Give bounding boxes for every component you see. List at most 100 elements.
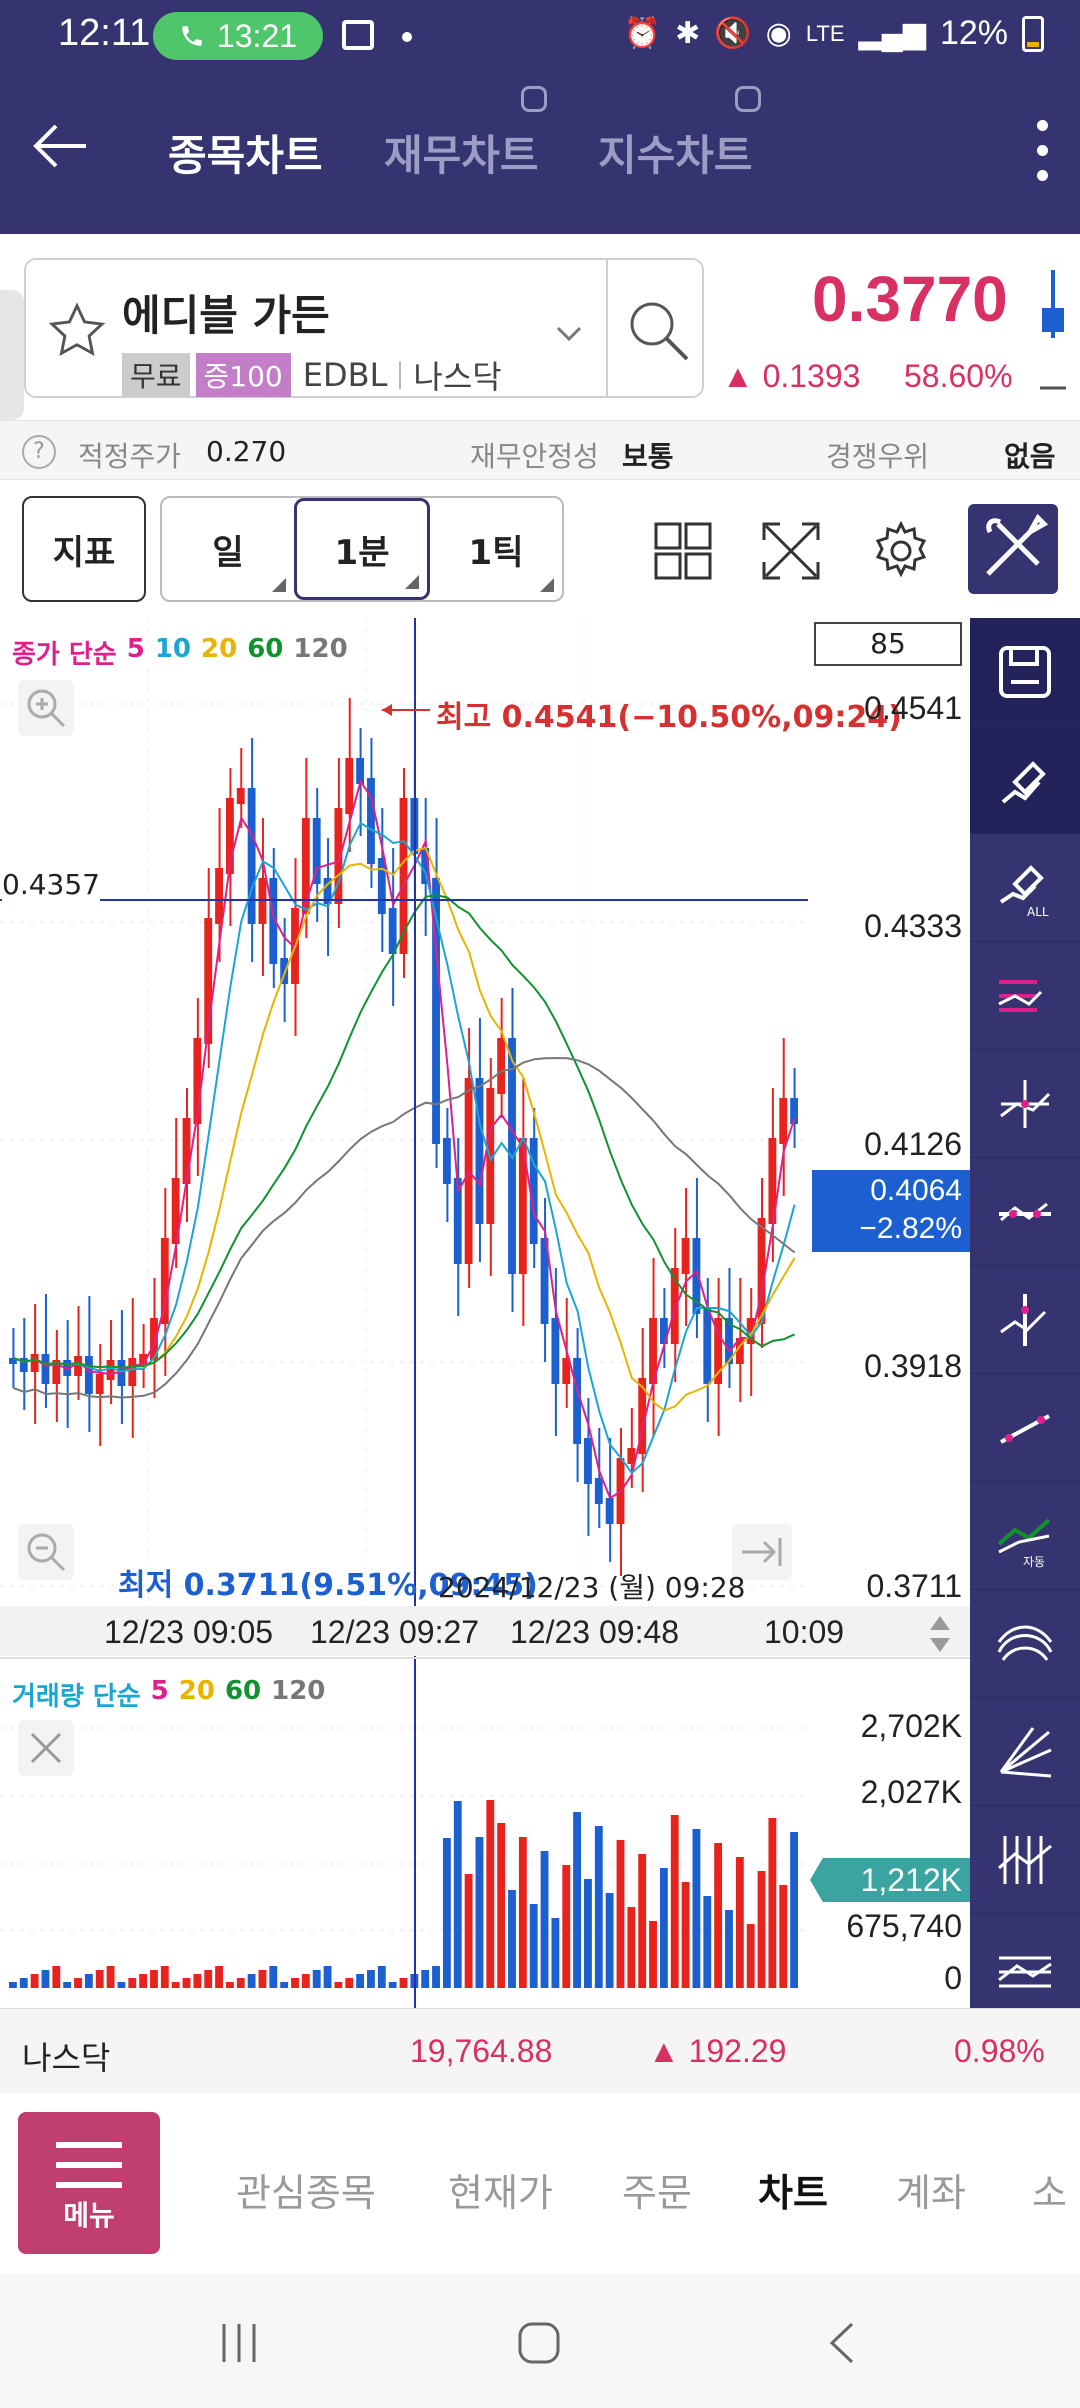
tab-index-chart[interactable]: 지수차트 xyxy=(598,86,761,183)
ma-line-m120 xyxy=(13,1057,796,1399)
volume-legend-prefix: 거래량 단순 xyxy=(12,1682,141,1712)
tab-financial-chart-label: 재무차트 xyxy=(384,131,539,180)
nav-account[interactable]: 계좌 xyxy=(896,2162,966,2217)
edge-handle[interactable] xyxy=(0,290,24,420)
recent-apps-icon[interactable] xyxy=(214,2318,264,2368)
chart-area[interactable]: 종가 단순 5 10 20 60 120 85 최고 0.4541(−10.50… xyxy=(0,618,970,2008)
close-volume-icon[interactable] xyxy=(18,1720,74,1776)
candle-body xyxy=(215,868,223,924)
nav-more[interactable]: 소 xyxy=(1032,2162,1067,2217)
volume-bar xyxy=(193,1974,202,1988)
stock-selector[interactable]: 에디블 가든 무료 증100 EDBL 나스닥 xyxy=(24,258,704,398)
current-price-tag: 0.4064 −2.82% xyxy=(812,1170,970,1252)
volume-bar xyxy=(139,1974,148,1988)
crosshair-tool-button[interactable] xyxy=(970,1050,1080,1158)
grid-layout-icon[interactable] xyxy=(652,520,714,582)
current-price-tag-value: 0.4064 xyxy=(870,1174,962,1207)
trend-line-button[interactable] xyxy=(970,1374,1080,1482)
period-day-button[interactable]: 일 xyxy=(162,498,294,600)
nav-current-price[interactable]: 현재가 xyxy=(448,2162,553,2217)
volume-bar xyxy=(562,1865,571,1988)
candle-body xyxy=(584,1438,592,1484)
zoom-out-icon[interactable] xyxy=(18,1524,74,1580)
drawing-tools-icon[interactable] xyxy=(968,504,1058,594)
favorite-star-icon[interactable] xyxy=(46,300,108,362)
horizontal-line-button[interactable] xyxy=(970,1158,1080,1266)
help-icon[interactable]: ? xyxy=(22,435,56,469)
period-1min-button[interactable]: 1분 xyxy=(294,498,430,600)
volume-bar xyxy=(659,1868,668,1988)
vertical-line-button[interactable] xyxy=(970,1266,1080,1374)
chart-toolbar: 지표 일 1분 1틱 xyxy=(0,482,1080,618)
volume-bar xyxy=(52,1966,61,1988)
volume-bar xyxy=(182,1978,191,1988)
indicator-button[interactable]: 지표 xyxy=(22,496,146,602)
volume-bar xyxy=(301,1974,310,1988)
mini-candle-icon xyxy=(1040,270,1066,390)
svg-text:자동: 자동 xyxy=(1023,1555,1045,1568)
volume-bar xyxy=(247,1974,256,1988)
volume-bar xyxy=(714,1843,723,1988)
nav-order[interactable]: 주문 xyxy=(622,2162,692,2217)
volume-legend[interactable]: 거래량 단순 5 20 60 120 xyxy=(12,1676,325,1713)
channel-tool-button[interactable] xyxy=(970,1914,1080,2022)
volume-bar xyxy=(508,1890,516,1988)
menu-button[interactable]: 메뉴 xyxy=(18,2112,160,2254)
volume-bar xyxy=(432,1966,440,1988)
tab-financial-chart[interactable]: 재무차트 xyxy=(384,86,547,183)
auto-trend-icon: 자동 xyxy=(997,1518,1051,1568)
price-chart[interactable] xyxy=(0,618,970,2008)
fan-tool-button[interactable] xyxy=(970,1698,1080,1806)
fullscreen-icon[interactable] xyxy=(760,520,822,582)
candle-body xyxy=(312,818,321,884)
chevron-down-icon[interactable] xyxy=(554,318,584,348)
eraser-button[interactable] xyxy=(970,726,1080,834)
volume-bar xyxy=(41,1970,50,1988)
index-ticker-bar[interactable]: 나스닥 19,764.88 ▲ 192.29 0.98% xyxy=(0,2008,1080,2094)
volume-bar xyxy=(377,1966,386,1988)
search-icon[interactable] xyxy=(624,296,694,366)
hlc-line-button[interactable] xyxy=(970,942,1080,1050)
period-selector: 일 1분 1틱 xyxy=(160,496,564,602)
more-menu-icon[interactable] xyxy=(1034,120,1050,184)
volume-bar xyxy=(160,1966,169,1988)
arc-tool-button[interactable] xyxy=(970,1590,1080,1698)
nav-watchlist[interactable]: 관심종목 xyxy=(236,2162,376,2217)
fair-price-value: 0.270 xyxy=(206,435,287,468)
volume-bar xyxy=(345,1978,354,1988)
zoom-in-icon[interactable] xyxy=(18,680,74,736)
volume-bar xyxy=(215,1966,223,1988)
volume-bar xyxy=(291,1978,299,1988)
settings-gear-icon[interactable] xyxy=(870,520,932,582)
tab-stock-chart[interactable]: 종목차트 xyxy=(168,122,323,183)
save-button[interactable] xyxy=(970,618,1080,726)
erase-all-button[interactable]: ALL xyxy=(970,834,1080,942)
price-legend[interactable]: 종가 단순 5 10 20 60 120 xyxy=(12,634,348,671)
volume-bar xyxy=(204,1970,213,1988)
status-icons: ⏰ ✱ 🔇 ◉ LTE ▂▄▆ 12% xyxy=(624,14,1044,53)
volume-bar xyxy=(746,1924,755,1988)
cycle-lines-button[interactable] xyxy=(970,1806,1080,1914)
candle-body xyxy=(95,1374,104,1394)
count-box[interactable]: 85 xyxy=(814,622,962,666)
volume-bar xyxy=(681,1882,690,1988)
competition-value: 없음 xyxy=(1004,440,1056,473)
popup-icon xyxy=(734,86,761,112)
period-1tick-button[interactable]: 1틱 xyxy=(430,498,562,600)
notification-dot-icon xyxy=(402,32,412,42)
auto-trend-button[interactable]: 자동 xyxy=(970,1482,1080,1590)
arc-tool-icon xyxy=(997,1625,1053,1661)
index-value: 19,764.88 xyxy=(410,2033,553,2069)
back-arrow-icon[interactable] xyxy=(28,114,92,178)
nav-chart[interactable]: 차트 xyxy=(758,2162,828,2217)
current-price: 0.3770 xyxy=(812,263,1008,335)
vol-ma-60-label: 60 xyxy=(224,1676,262,1706)
back-icon[interactable] xyxy=(818,2318,868,2368)
candle-body xyxy=(128,1358,137,1386)
axis-resize-icon[interactable] xyxy=(924,1614,956,1654)
volume-bar xyxy=(442,1838,451,1988)
home-icon[interactable] xyxy=(514,2318,564,2368)
stability-value: 보통 xyxy=(622,440,674,473)
current-change-tag-value: −2.82% xyxy=(859,1212,962,1245)
call-chip[interactable]: 13:21 xyxy=(153,12,323,60)
